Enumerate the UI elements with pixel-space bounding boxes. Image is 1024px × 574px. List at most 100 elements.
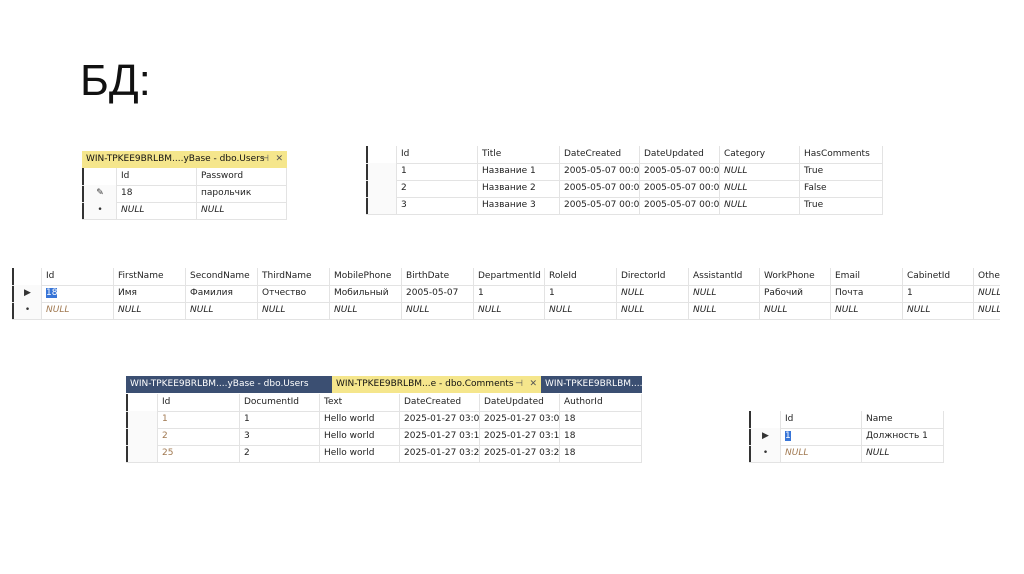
table-cell[interactable]: NULL: [330, 302, 402, 319]
table-cell[interactable]: NULL: [258, 302, 330, 319]
row-header[interactable]: [368, 197, 397, 214]
table-cell[interactable]: 3: [240, 428, 320, 445]
table-cell[interactable]: 18: [560, 428, 642, 445]
row-header[interactable]: [128, 445, 158, 462]
column-header-departmentid[interactable]: DepartmentId: [474, 268, 545, 285]
table-cell[interactable]: NULL: [42, 302, 114, 319]
table-row[interactable]: 1 Название 1 2005-05-07 00:0... 2005-05-07 …: [366, 163, 883, 181]
table-cell[interactable]: Hello world: [320, 411, 400, 428]
table-cell[interactable]: 2005-05-07 00:0...: [640, 197, 720, 214]
table-row[interactable]: • NULL NULL NULL NULL NULL NULL NULL NULL NULL NUL…: [12, 302, 1000, 320]
table-cell[interactable]: 1: [158, 411, 240, 428]
table-cell[interactable]: NULL: [720, 180, 800, 197]
tab-active[interactable]: WIN-TPKEE9BRLBM...e - dbo.Comments ⊣ ✕: [332, 376, 541, 393]
table-cell[interactable]: Отчество: [258, 285, 330, 302]
row-header[interactable]: [14, 268, 42, 285]
row-header[interactable]: [84, 168, 117, 185]
table-cell[interactable]: NULL: [720, 197, 800, 214]
table-cell[interactable]: 1: [397, 163, 478, 180]
row-header[interactable]: [128, 411, 158, 428]
column-header-datecreated[interactable]: DateCreated: [400, 394, 480, 411]
table-cell[interactable]: NULL: [117, 202, 197, 219]
table-cell[interactable]: Название 3: [478, 197, 560, 214]
table-cell[interactable]: NULL: [760, 302, 831, 319]
table-cell[interactable]: NULL: [903, 302, 974, 319]
new-row-icon[interactable]: •: [751, 445, 781, 462]
pin-icon[interactable]: ⊣: [515, 376, 523, 393]
column-header-birthdate[interactable]: BirthDate: [402, 268, 474, 285]
table-cell[interactable]: 1: [545, 285, 617, 302]
table-cell[interactable]: NULL: [689, 302, 760, 319]
column-header-dateupdated[interactable]: DateUpdated: [480, 394, 560, 411]
table-row[interactable]: 2 3 Hello world 2025-01-27 03:1... 2025-01-2…: [126, 428, 642, 446]
table-cell[interactable]: NULL: [831, 302, 903, 319]
table-cell[interactable]: NULL: [114, 302, 186, 319]
column-header-firstname[interactable]: FirstName: [114, 268, 186, 285]
table-cell[interactable]: 1: [781, 428, 862, 445]
row-header[interactable]: [368, 146, 397, 163]
table-row[interactable]: ▶ 18 Имя Фамилия Отчество Мобильный 2005-05-07…: [12, 285, 1000, 303]
table-row[interactable]: 2 Название 2 2005-05-07 00:0... 2005-05-07 …: [366, 180, 883, 198]
column-header-assistantid[interactable]: AssistantId: [689, 268, 760, 285]
pin-icon[interactable]: ⊣: [261, 151, 269, 168]
table-cell[interactable]: NULL: [545, 302, 617, 319]
table-cell[interactable]: False: [800, 180, 883, 197]
column-header-documentid[interactable]: DocumentId: [240, 394, 320, 411]
column-header-hascomments[interactable]: HasComments: [800, 146, 883, 163]
column-header-mobilephone[interactable]: MobilePhone: [330, 268, 402, 285]
table-cell[interactable]: NULL: [402, 302, 474, 319]
column-header-otherinfo[interactable]: OtherInfo: [974, 268, 1000, 285]
column-header-thirdname[interactable]: ThirdName: [258, 268, 330, 285]
column-header-email[interactable]: Email: [831, 268, 903, 285]
table-row[interactable]: ▶ 1 Должность 1: [749, 428, 944, 446]
table-cell[interactable]: 2005-05-07 00:0...: [640, 163, 720, 180]
table-cell[interactable]: 2025-01-27 03:0...: [480, 411, 560, 428]
column-header-id[interactable]: Id: [42, 268, 114, 285]
table-cell[interactable]: True: [800, 197, 883, 214]
table-cell[interactable]: Мобильный: [330, 285, 402, 302]
column-header-id[interactable]: Id: [117, 168, 197, 185]
table-cell[interactable]: Рабочий: [760, 285, 831, 302]
pencil-icon[interactable]: ✎: [84, 185, 117, 202]
table-cell[interactable]: NULL: [186, 302, 258, 319]
table-cell[interactable]: 1: [240, 411, 320, 428]
table-cell[interactable]: 18: [560, 411, 642, 428]
table-cell[interactable]: 2025-01-27 03:2...: [480, 445, 560, 462]
table-cell[interactable]: NULL: [781, 445, 862, 462]
table-cell[interactable]: 2025-01-27 03:1...: [480, 428, 560, 445]
table-cell[interactable]: NULL: [689, 285, 760, 302]
table-cell[interactable]: парольчик: [197, 185, 287, 202]
column-header-password[interactable]: Password: [197, 168, 287, 185]
column-header-text[interactable]: Text: [320, 394, 400, 411]
column-header-datecreated[interactable]: DateCreated: [560, 146, 640, 163]
table-row[interactable]: • NULL NULL: [82, 202, 287, 220]
column-header-id[interactable]: Id: [781, 411, 862, 428]
table-row[interactable]: 1 1 Hello world 2025-01-27 03:0... 2025-01-2…: [126, 411, 642, 429]
table-cell[interactable]: 2005-05-07 00:0...: [560, 163, 640, 180]
table-cell[interactable]: 18: [117, 185, 197, 202]
close-icon[interactable]: ✕: [529, 376, 537, 393]
column-header-category[interactable]: Category: [720, 146, 800, 163]
table-cell[interactable]: NULL: [974, 302, 1000, 319]
table-cell[interactable]: Название 2: [478, 180, 560, 197]
column-header-workphone[interactable]: WorkPhone: [760, 268, 831, 285]
table-cell[interactable]: 2005-05-07 00:0...: [560, 180, 640, 197]
table-cell[interactable]: Hello world: [320, 428, 400, 445]
table-row[interactable]: 25 2 Hello world 2025-01-27 03:2... 2025-01-…: [126, 445, 642, 463]
column-header-authorid[interactable]: AuthorId: [560, 394, 642, 411]
table-cell[interactable]: NULL: [862, 445, 944, 462]
table-row[interactable]: • NULL NULL: [749, 445, 944, 463]
table-cell[interactable]: NULL: [720, 163, 800, 180]
table-cell[interactable]: NULL: [974, 285, 1000, 302]
table-cell[interactable]: NULL: [617, 302, 689, 319]
current-row-icon[interactable]: ▶: [751, 428, 781, 445]
table-row[interactable]: ✎ 18 парольчик: [82, 185, 287, 203]
column-header-title[interactable]: Title: [478, 146, 560, 163]
table-cell[interactable]: Название 1: [478, 163, 560, 180]
table-cell[interactable]: Hello world: [320, 445, 400, 462]
column-header-name[interactable]: Name: [862, 411, 944, 428]
new-row-icon[interactable]: •: [84, 202, 117, 219]
table-cell[interactable]: 1: [474, 285, 545, 302]
row-header[interactable]: [128, 428, 158, 445]
table-cell[interactable]: 2: [158, 428, 240, 445]
